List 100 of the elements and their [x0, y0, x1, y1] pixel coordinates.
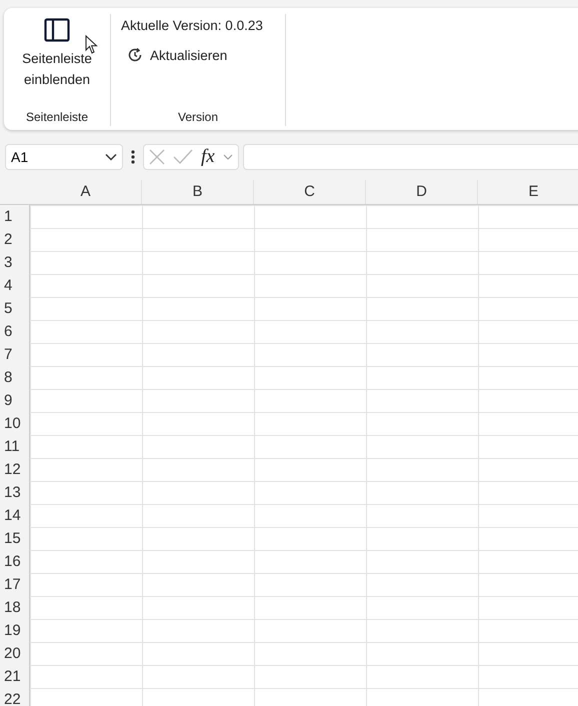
update-button[interactable]: Aktualisieren — [121, 45, 234, 65]
table-cell[interactable] — [254, 596, 366, 619]
table-cell[interactable] — [30, 435, 142, 458]
show-sidebar-button[interactable]: Seitenleiste einblenden — [10, 14, 104, 90]
table-cell[interactable] — [366, 504, 478, 527]
table-cell[interactable] — [366, 550, 478, 573]
table-cell[interactable] — [254, 435, 366, 458]
table-cell[interactable] — [366, 596, 478, 619]
table-cell[interactable] — [142, 642, 254, 665]
table-cell[interactable] — [478, 274, 578, 297]
table-cell[interactable] — [478, 297, 578, 320]
table-cell[interactable] — [30, 297, 142, 320]
table-cell[interactable] — [366, 481, 478, 504]
table-cell[interactable] — [366, 297, 478, 320]
column-header[interactable]: C — [304, 183, 315, 200]
more-options-icon[interactable] — [131, 150, 135, 164]
name-box[interactable]: A1 — [5, 144, 123, 170]
table-cell[interactable] — [254, 619, 366, 642]
table-cell[interactable] — [142, 481, 254, 504]
table-cell[interactable] — [142, 228, 254, 251]
table-cell[interactable] — [366, 343, 478, 366]
table-cell[interactable] — [254, 343, 366, 366]
table-cell[interactable] — [142, 665, 254, 688]
table-cell[interactable] — [478, 435, 578, 458]
table-cell[interactable] — [478, 251, 578, 274]
table-cell[interactable] — [478, 366, 578, 389]
table-cell[interactable] — [478, 550, 578, 573]
table-cell[interactable] — [30, 343, 142, 366]
table-cell[interactable] — [30, 619, 142, 642]
table-cell[interactable] — [478, 481, 578, 504]
table-cell[interactable] — [142, 251, 254, 274]
checkmark-icon[interactable] — [173, 149, 193, 165]
table-cell[interactable] — [142, 274, 254, 297]
table-cell[interactable] — [478, 205, 578, 228]
table-cell[interactable] — [142, 205, 254, 228]
table-cell[interactable] — [254, 412, 366, 435]
table-cell[interactable] — [366, 205, 478, 228]
table-cell[interactable] — [30, 642, 142, 665]
table-cell[interactable] — [254, 665, 366, 688]
table-cell[interactable] — [30, 251, 142, 274]
table-cell[interactable] — [366, 274, 478, 297]
table-cell[interactable] — [142, 435, 254, 458]
insert-function-button[interactable]: fx — [201, 146, 215, 168]
table-cell[interactable] — [366, 412, 478, 435]
table-cell[interactable] — [254, 320, 366, 343]
table-cell[interactable] — [478, 665, 578, 688]
table-cell[interactable] — [30, 458, 142, 481]
table-cell[interactable] — [142, 389, 254, 412]
table-cell[interactable] — [30, 596, 142, 619]
table-cell[interactable] — [30, 665, 142, 688]
table-cell[interactable] — [254, 573, 366, 596]
table-cell[interactable] — [254, 274, 366, 297]
table-cell[interactable] — [366, 573, 478, 596]
column-header[interactable]: E — [528, 183, 538, 200]
table-cell[interactable] — [366, 320, 478, 343]
table-cell[interactable] — [254, 688, 366, 706]
column-header[interactable]: A — [80, 183, 90, 200]
table-cell[interactable] — [366, 527, 478, 550]
table-cell[interactable] — [254, 527, 366, 550]
table-cell[interactable] — [254, 481, 366, 504]
table-cell[interactable] — [478, 458, 578, 481]
table-cell[interactable] — [30, 274, 142, 297]
table-cell[interactable] — [30, 389, 142, 412]
table-cell[interactable] — [478, 343, 578, 366]
table-cell[interactable] — [142, 343, 254, 366]
table-cell[interactable] — [30, 412, 142, 435]
table-cell[interactable] — [366, 366, 478, 389]
table-cell[interactable] — [366, 389, 478, 412]
table-cell[interactable] — [366, 688, 478, 706]
table-cell[interactable] — [254, 504, 366, 527]
table-cell[interactable] — [30, 688, 142, 706]
table-cell[interactable] — [366, 642, 478, 665]
table-cell[interactable] — [254, 251, 366, 274]
column-header[interactable]: D — [416, 183, 427, 200]
table-cell[interactable] — [30, 320, 142, 343]
table-cell[interactable] — [478, 619, 578, 642]
table-cell[interactable] — [142, 458, 254, 481]
table-cell[interactable] — [254, 550, 366, 573]
table-cell[interactable] — [254, 297, 366, 320]
table-cell[interactable] — [478, 320, 578, 343]
table-cell[interactable] — [366, 665, 478, 688]
table-cell[interactable] — [366, 619, 478, 642]
table-cell[interactable] — [142, 412, 254, 435]
table-cell[interactable] — [478, 527, 578, 550]
table-cell[interactable] — [30, 228, 142, 251]
table-cell[interactable] — [366, 228, 478, 251]
table-cell[interactable] — [254, 389, 366, 412]
table-cell[interactable] — [142, 596, 254, 619]
table-cell[interactable] — [30, 550, 142, 573]
table-cell[interactable] — [254, 228, 366, 251]
cancel-icon[interactable] — [149, 149, 165, 165]
chevron-down-icon[interactable] — [222, 154, 233, 160]
table-cell[interactable] — [254, 205, 366, 228]
table-cell[interactable] — [478, 573, 578, 596]
table-cell[interactable] — [478, 228, 578, 251]
table-cell[interactable] — [142, 550, 254, 573]
table-cell[interactable] — [254, 366, 366, 389]
table-cell[interactable] — [142, 527, 254, 550]
table-cell[interactable] — [30, 481, 142, 504]
table-cell[interactable] — [142, 619, 254, 642]
